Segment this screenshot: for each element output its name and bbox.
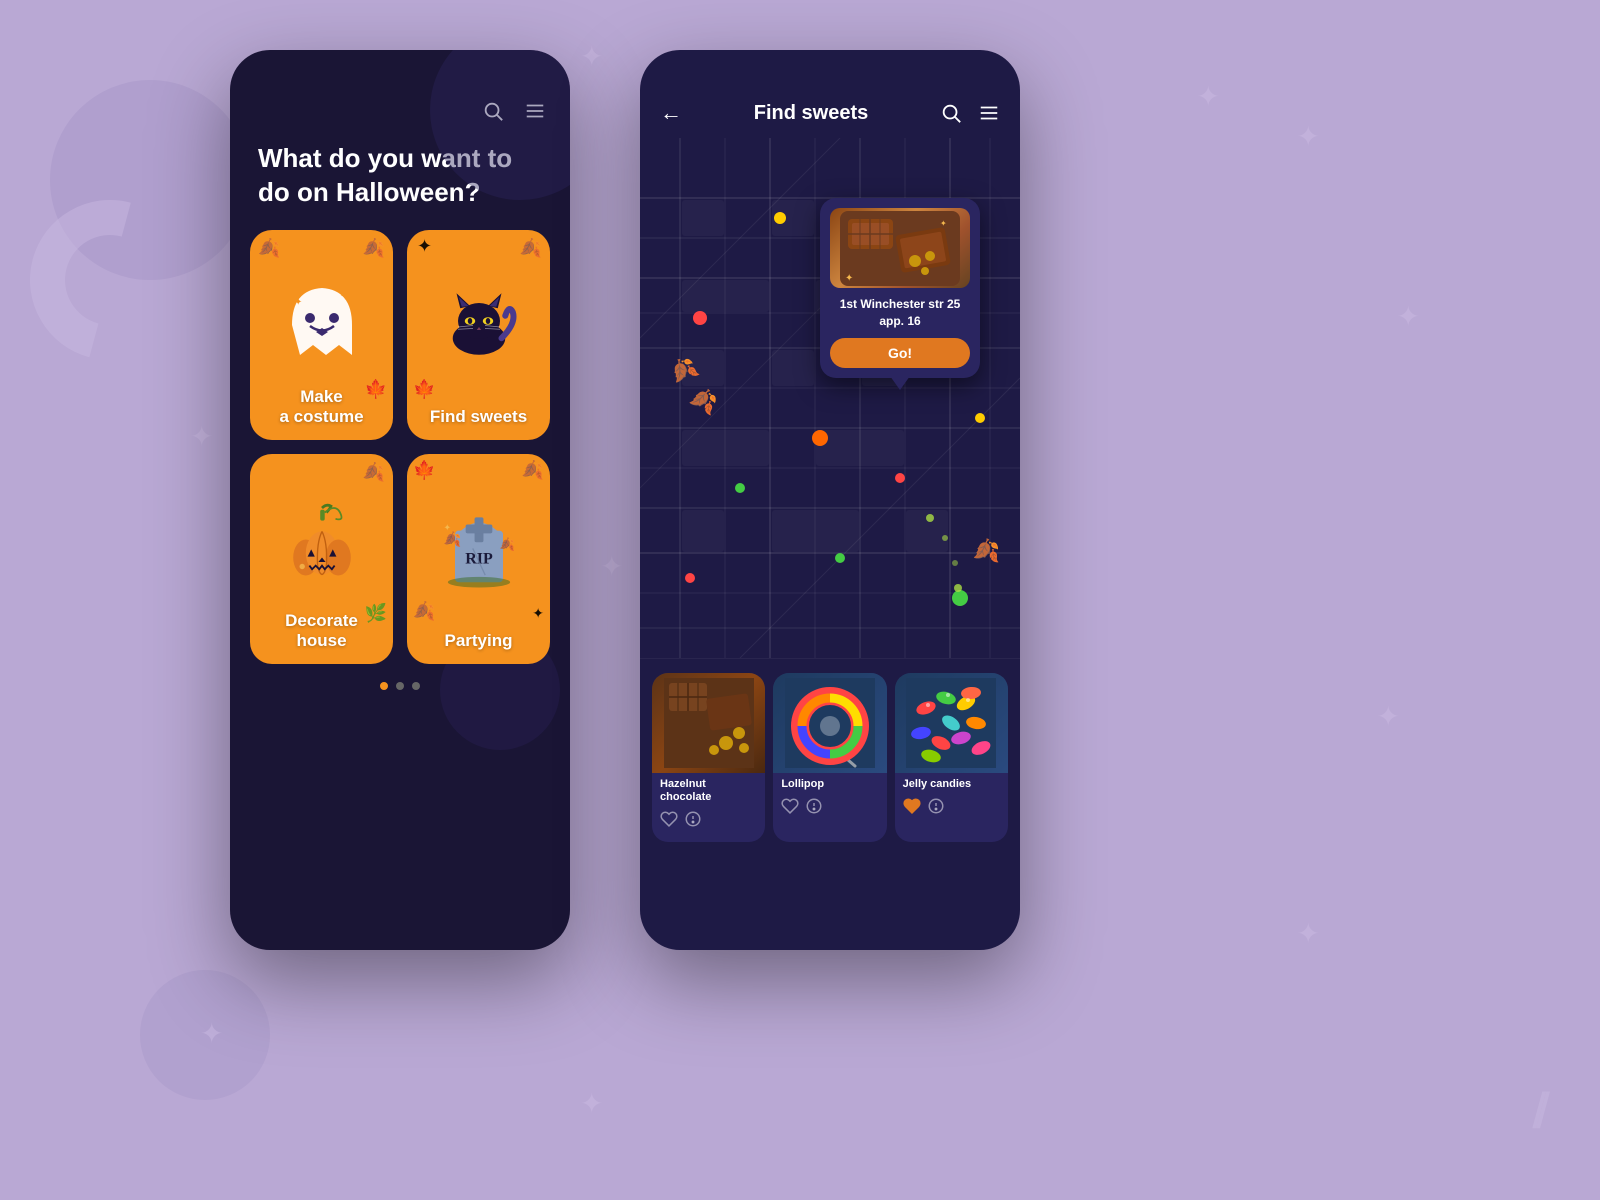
phone-left: What do you want to do on Halloween? 🍂 🍂… xyxy=(230,50,570,950)
info-icon-chocolate[interactable] xyxy=(684,810,702,828)
pumpkin-illustration xyxy=(250,454,393,634)
card-decorate-house[interactable]: 🍂 🌿 xyxy=(250,454,393,664)
popup-arrow xyxy=(890,376,910,390)
svg-text:🍂: 🍂 xyxy=(443,531,461,548)
svg-text:🍂: 🍂 xyxy=(499,536,515,551)
sparkle-9: ✦ xyxy=(580,1087,603,1120)
heart-icon-lollipop[interactable] xyxy=(781,797,799,815)
svg-text:✦: ✦ xyxy=(940,219,947,228)
card-make-costume-label: Makea costume xyxy=(262,387,381,428)
svg-text:✦: ✦ xyxy=(294,297,302,308)
right-phone-header: ← Find sweets xyxy=(640,50,1020,138)
map-leaf-3: 🍂 xyxy=(973,538,1000,564)
info-icon-lollipop[interactable] xyxy=(805,797,823,815)
popup-chocolate-image: ✦ ✦ xyxy=(830,208,970,288)
map-area[interactable]: 🍂 🍂 🍂 xyxy=(640,138,1020,658)
sparkle-5: ✦ xyxy=(1297,917,1320,950)
sparkle-6: ✦ xyxy=(200,1017,223,1050)
sparkle-2: ✦ xyxy=(1297,120,1320,153)
heart-icon-chocolate[interactable] xyxy=(660,810,678,828)
heart-icon-jelly[interactable] xyxy=(903,797,921,815)
phone-right: ← Find sweets xyxy=(640,50,1020,950)
dot-3[interactable] xyxy=(412,682,420,690)
sparkle-7: ✦ xyxy=(1377,700,1400,733)
right-phone-title: Find sweets xyxy=(754,102,868,125)
card-find-sweets[interactable]: 🍂 ✦ 🍁 xyxy=(407,230,550,440)
sweets-bar: Hazelnut chocolate xyxy=(640,658,1020,858)
svg-text:✦: ✦ xyxy=(340,289,350,303)
chocolate-name: Hazelnut chocolate xyxy=(652,773,765,806)
chocolate-actions xyxy=(652,806,765,834)
sparkle-3: ✦ xyxy=(1397,300,1420,333)
ghost-illustration: ✦ ✦ xyxy=(250,230,393,410)
menu-icon-right[interactable] xyxy=(978,102,1000,124)
card-partying[interactable]: 🍂 🍁 🍂 ✦ RIP xyxy=(407,454,550,664)
jelly-image xyxy=(895,673,1008,773)
lollipop-name: Lollipop xyxy=(773,773,886,793)
back-button[interactable]: ← xyxy=(660,100,682,126)
sparkle-1: ✦ xyxy=(580,40,603,73)
sweet-jelly[interactable]: Jelly candies xyxy=(895,673,1008,842)
svg-text:✦: ✦ xyxy=(443,522,451,532)
grave-illustration: RIP 🍂 🍂 ✦ xyxy=(407,454,550,634)
dot-1[interactable] xyxy=(380,682,388,690)
svg-text:RIP: RIP xyxy=(465,550,493,567)
card-make-costume[interactable]: 🍂 🍂 🍁 ✦ ✦ Makea c xyxy=(250,230,393,440)
svg-text:✦: ✦ xyxy=(845,273,853,284)
slash-decoration: // xyxy=(1532,1082,1540,1140)
sparkle-10: ✦ xyxy=(190,420,213,453)
right-phone-icons xyxy=(940,102,1000,124)
chocolate-image xyxy=(652,673,765,773)
card-find-sweets-label: Find sweets xyxy=(419,407,538,427)
jelly-name: Jelly candies xyxy=(895,773,1008,793)
card-decorate-house-label: Decoratehouse xyxy=(262,611,381,652)
dot-2[interactable] xyxy=(396,682,404,690)
cat-illustration xyxy=(407,230,550,410)
map-popup: ✦ ✦ 1st Winchester str 25 app. 16 Go! xyxy=(820,198,980,378)
lollipop-image xyxy=(773,673,886,773)
sweet-lollipop[interactable]: Lollipop xyxy=(773,673,886,842)
card-partying-label: Partying xyxy=(419,631,538,651)
sparkle-4: ✦ xyxy=(600,550,623,583)
jelly-actions xyxy=(895,793,1008,821)
search-icon-right[interactable] xyxy=(940,102,962,124)
info-icon-jelly[interactable] xyxy=(927,797,945,815)
popup-address: 1st Winchester str 25 app. 16 xyxy=(830,296,970,330)
lollipop-actions xyxy=(773,793,886,821)
sweet-chocolate[interactable]: Hazelnut chocolate xyxy=(652,673,765,842)
sparkle-8: ✦ xyxy=(1197,80,1220,113)
activity-grid: 🍂 🍂 🍁 ✦ ✦ Makea c xyxy=(230,230,570,664)
go-button[interactable]: Go! xyxy=(830,338,970,368)
